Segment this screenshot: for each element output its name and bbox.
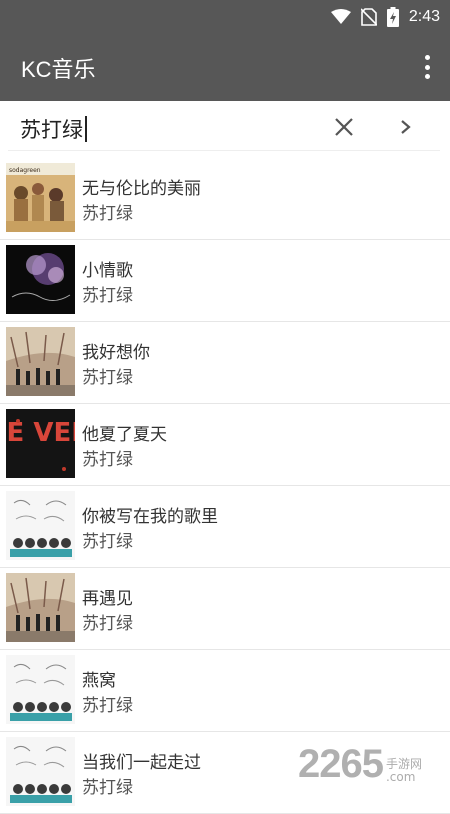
album-cover: [6, 491, 75, 560]
album-art: [6, 573, 75, 642]
song-title: 无与伦比的美丽: [82, 179, 201, 199]
song-artist: 苏打绿: [82, 614, 133, 634]
no-sim-icon: [360, 7, 377, 26]
song-artist: 苏打绿: [82, 204, 133, 224]
chevron-right-icon[interactable]: [396, 115, 416, 139]
song-title: 再遇见: [82, 589, 133, 609]
song-title: 你被写在我的歌里: [82, 507, 218, 527]
song-title: 我好想你: [82, 343, 150, 363]
app-title: KC音乐: [21, 57, 96, 82]
song-title: 他夏了夏天: [82, 425, 167, 445]
status-time: 2:43: [408, 7, 440, 25]
song-title: 当我们一起走过: [82, 753, 201, 773]
album-art: sodagreen: [6, 163, 75, 232]
search-bar: 苏打绿: [0, 101, 450, 153]
more-vert-icon[interactable]: [422, 55, 432, 79]
song-artist: 苏打绿: [82, 368, 133, 388]
text-cursor: [85, 116, 87, 142]
album-art: [6, 737, 75, 806]
watermark-text-block: 手游网 .com: [386, 758, 422, 784]
list-item[interactable]: 小情歌 苏打绿: [0, 240, 450, 322]
song-artist: 苏打绿: [82, 286, 133, 306]
battery-charging-icon: [386, 6, 399, 27]
album-cover: [6, 245, 75, 314]
song-artist: 苏打绿: [82, 450, 133, 470]
app-bar: KC音乐: [0, 33, 450, 101]
album-art: [6, 491, 75, 560]
album-art: [6, 327, 75, 396]
list-item[interactable]: 你被写在我的歌里 苏打绿: [0, 486, 450, 568]
search-divider: [8, 150, 440, 151]
album-art: [6, 655, 75, 724]
song-artist: 苏打绿: [82, 778, 133, 798]
watermark-domain: .com: [385, 770, 416, 784]
album-art: FE VER: [6, 409, 75, 478]
song-list: sodagreen 无与伦比的美丽 苏打绿 小情歌 苏打绿 我好想你 苏打绿 E…: [0, 158, 450, 814]
cover-label: sodagreen: [9, 167, 41, 174]
album-cover: sodagreen: [6, 163, 75, 232]
list-item[interactable]: 燕窝 苏打绿: [0, 650, 450, 732]
watermark: 2265 手游网 .com: [298, 742, 422, 786]
song-title: 燕窝: [82, 671, 116, 691]
album-art: [6, 245, 75, 314]
album-cover: [6, 737, 75, 806]
album-cover: [6, 327, 75, 396]
cover-label: FE VER: [6, 418, 75, 448]
song-artist: 苏打绿: [82, 532, 133, 552]
menu-dot: [424, 55, 430, 60]
song-artist: 苏打绿: [82, 696, 133, 716]
list-item[interactable]: 再遇见 苏打绿: [0, 568, 450, 650]
album-cover: [6, 655, 75, 724]
list-item[interactable]: sodagreen 无与伦比的美丽 苏打绿: [0, 158, 450, 240]
watermark-number: 2265: [298, 741, 384, 786]
menu-dot: [424, 64, 430, 70]
song-title: 小情歌: [82, 261, 133, 281]
status-icons: 2:43: [330, 0, 440, 33]
status-bar: 2:43: [0, 0, 450, 33]
album-cover: [6, 573, 75, 642]
album-cover: FE VER: [6, 409, 75, 478]
list-item[interactable]: 我好想你 苏打绿: [0, 322, 450, 404]
menu-dot: [424, 74, 430, 79]
wifi-icon: [330, 8, 351, 24]
search-input[interactable]: 苏打绿: [20, 114, 87, 144]
list-item[interactable]: FE VER 他夏了夏天 苏打绿: [0, 404, 450, 486]
close-icon[interactable]: [332, 115, 356, 139]
search-input-text: 苏打绿: [20, 118, 83, 142]
